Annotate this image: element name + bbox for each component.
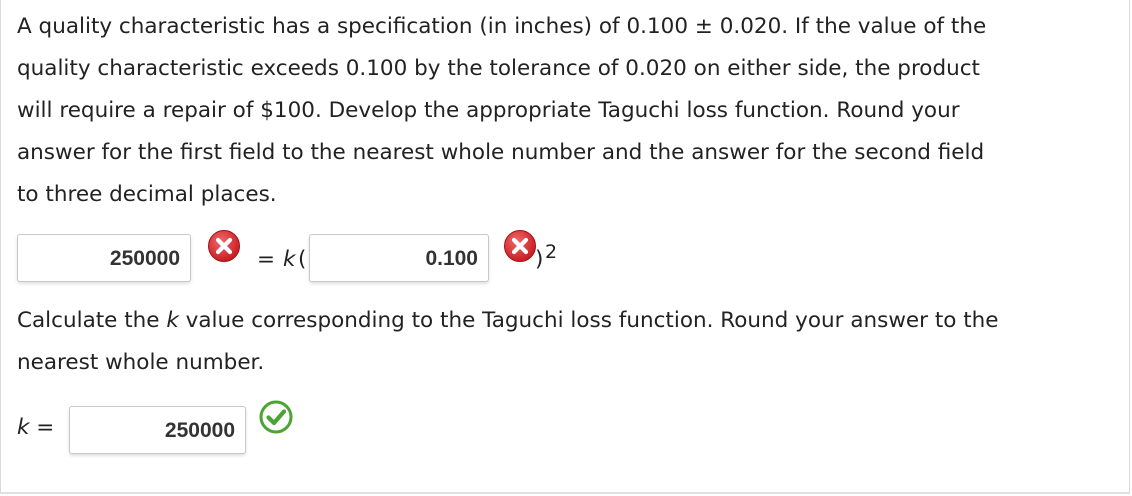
k-question-line: Calculate the k value corresponding to t…	[17, 300, 1125, 342]
k-question: Calculate the k value corresponding to t…	[17, 300, 1125, 384]
k-symbol: k	[166, 308, 179, 333]
k-answer-field[interactable]: 250000	[69, 406, 246, 454]
loss-function-equation: 250000 = k ( 0.100) 2	[17, 230, 637, 286]
loss-answer-field[interactable]: 250000	[17, 234, 191, 282]
x-circle-icon	[208, 230, 240, 262]
problem-line: A quality characteristic has a specifica…	[17, 14, 987, 39]
equals-sign: =	[257, 247, 276, 272]
problem-line: will require a repair of $100. Develop t…	[17, 98, 960, 123]
k-symbol: k	[283, 247, 296, 272]
k-label: k =	[17, 404, 54, 452]
tolerance-answer-field[interactable]: 0.100	[309, 234, 489, 282]
k-answer-row: k = 250000	[17, 400, 337, 456]
k-question-text: value corresponding to the Taguchi loss …	[178, 308, 999, 333]
k-question-line: nearest whole number.	[17, 350, 265, 375]
equals-sign: =	[29, 415, 55, 440]
exponent: 2	[545, 241, 558, 263]
problem-line: to three decimal places.	[17, 182, 277, 207]
k-question-text: Calculate the	[17, 308, 167, 333]
question-panel: A quality characteristic has a specifica…	[0, 0, 1130, 494]
problem-line: answer for the first field to the neares…	[17, 140, 985, 165]
open-paren: (	[298, 247, 307, 272]
close-paren: )	[535, 247, 544, 272]
x-circle-icon	[504, 230, 536, 262]
k-symbol: k	[17, 415, 30, 440]
problem-line: quality characteristic exceeds 0.100 by …	[17, 56, 980, 81]
problem-statement: A quality characteristic has a specifica…	[17, 6, 1117, 216]
check-circle-icon	[259, 400, 293, 434]
